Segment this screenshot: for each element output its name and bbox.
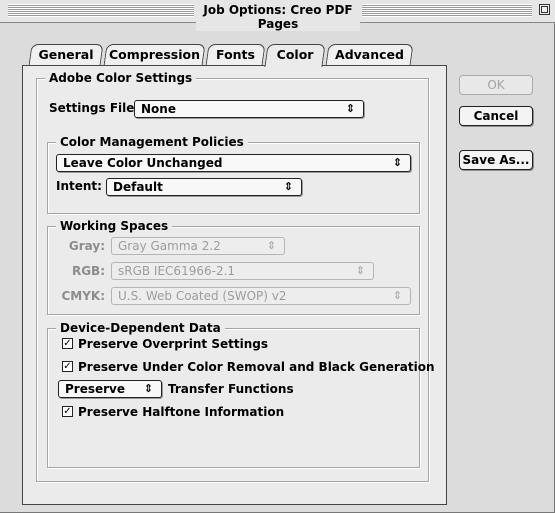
title-stripes-right	[362, 4, 532, 17]
preserve-ucr-label: Preserve Under Color Removal and Black G…	[78, 360, 435, 374]
save-as-button[interactable]: Save As...	[459, 150, 533, 170]
preserve-halftone-label: Preserve Halftone Information	[78, 405, 285, 419]
popup-arrow-icon: ⇕	[392, 289, 402, 302]
popup-arrow-icon: ⇕	[266, 239, 276, 252]
tab-color-label: Color	[276, 47, 314, 62]
rgb-space-value: sRGB IEC61966-2.1	[118, 264, 236, 278]
tab-color[interactable]: Color	[264, 44, 326, 67]
settings-file-value: None	[141, 102, 176, 116]
intent-popup[interactable]: Default ⇕	[106, 178, 302, 196]
preserve-overprint-label: Preserve Overprint Settings	[78, 337, 268, 351]
color-management-title: Color Management Policies	[56, 134, 248, 150]
color-tab-panel: Adobe Color Settings Settings File: None…	[22, 65, 447, 505]
adobe-color-settings-group: Adobe Color Settings Settings File: None…	[36, 70, 435, 482]
job-options-window: Job Options: Creo PDF Pages General Comp…	[0, 0, 555, 513]
ok-button[interactable]: OK	[459, 75, 533, 95]
transfer-functions-popup[interactable]: Preserve ⇕	[58, 380, 162, 398]
settings-file-label: Settings File:	[49, 101, 140, 115]
preserve-overprint-checkbox[interactable]: ✓	[62, 338, 73, 349]
popup-arrow-icon: ⇕	[345, 102, 355, 115]
settings-file-popup[interactable]: None ⇕	[134, 100, 364, 118]
cmyk-label: CMYK:	[61, 289, 105, 303]
transfer-functions-label: Transfer Functions	[168, 382, 294, 396]
rgb-space-popup[interactable]: sRGB IEC61966-2.1 ⇕	[111, 262, 374, 280]
tab-advanced[interactable]: Advanced	[325, 44, 414, 66]
working-spaces-title: Working Spaces	[56, 218, 173, 234]
cancel-button[interactable]: Cancel	[459, 106, 533, 126]
tab-compression-label: Compression	[108, 47, 201, 62]
cmyk-space-value: U.S. Web Coated (SWOP) v2	[118, 289, 287, 303]
rgb-label: RGB:	[71, 264, 105, 278]
color-policy-popup[interactable]: Leave Color Unchanged ⇕	[56, 154, 411, 172]
color-management-group: Color Management Policies Leave Color Un…	[47, 134, 420, 214]
device-dependent-title: Device-Dependent Data	[56, 320, 225, 336]
tab-general-label: General	[38, 47, 94, 62]
color-policy-value: Leave Color Unchanged	[63, 156, 223, 170]
cmyk-space-popup[interactable]: U.S. Web Coated (SWOP) v2 ⇕	[111, 287, 411, 305]
popup-arrow-icon: ⇕	[392, 156, 402, 169]
preserve-ucr-checkbox[interactable]: ✓	[62, 361, 73, 372]
transfer-functions-value: Preserve	[65, 382, 126, 396]
intent-label: Intent:	[56, 179, 102, 193]
intent-value: Default	[113, 180, 163, 194]
tab-advanced-label: Advanced	[335, 47, 404, 62]
device-dependent-group: Device-Dependent Data ✓ Preserve Overpri…	[47, 320, 435, 468]
popup-arrow-icon: ⇕	[143, 382, 153, 395]
gray-space-popup[interactable]: Gray Gamma 2.2 ⇕	[111, 237, 285, 255]
tab-fonts[interactable]: Fonts	[205, 44, 266, 66]
gray-space-value: Gray Gamma 2.2	[118, 239, 221, 253]
working-spaces-group: Working Spaces Gray: Gray Gamma 2.2 ⇕ RG…	[47, 218, 420, 315]
title-bar[interactable]: Job Options: Creo PDF Pages	[0, 0, 555, 31]
gray-label: Gray:	[68, 239, 105, 253]
window-title: Job Options: Creo PDF Pages	[196, 3, 360, 31]
tab-general[interactable]: General	[28, 44, 104, 66]
zoom-box-icon[interactable]	[539, 4, 550, 15]
popup-arrow-icon: ⇕	[283, 180, 293, 193]
popup-arrow-icon: ⇕	[355, 264, 365, 277]
adobe-color-settings-title: Adobe Color Settings	[45, 70, 197, 86]
preserve-halftone-checkbox[interactable]: ✓	[62, 406, 73, 417]
title-stripes-left	[8, 4, 194, 17]
tab-compression[interactable]: Compression	[103, 44, 206, 66]
tab-fonts-label: Fonts	[216, 47, 255, 62]
